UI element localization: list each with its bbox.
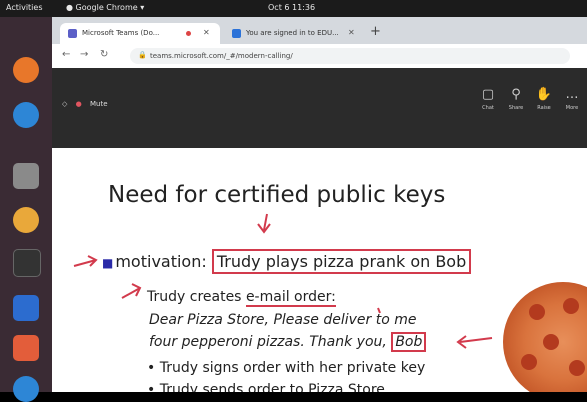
teams-meeting-bar: ◇ ● Mute ▢ Chat ⚲ Share ✋ Raise … More [52,68,587,148]
forward-icon[interactable]: → [80,49,88,60]
recording-dot-icon [186,31,191,36]
tab-strip: Microsoft Teams (Do... ✕ You are signed … [52,17,587,44]
app-name: Google Chrome [75,3,138,12]
close-icon[interactable]: ✕ [203,28,210,37]
url-text: teams.microsoft.com/_#/modern-calling/ [150,52,293,60]
tab-label: Microsoft Teams (Do... [82,29,160,37]
more-button[interactable]: … More [560,87,584,112]
mic-muted-icon: ● [75,100,82,108]
share-icon: ⚲ [511,87,521,102]
hand-icon: ✋ [535,87,553,102]
bullet-icon: ■ [102,256,114,270]
lock-icon: 🔒 [138,51,147,59]
thunderbird-icon[interactable] [13,102,39,128]
address-bar: ← → ↻ 🔒 teams.microsoft.com/_#/modern-ca… [52,44,587,69]
bullet-icon: • [147,382,156,392]
highlight-box: Trudy plays pizza prank on Bob [211,249,472,274]
bullet-icon: • [147,360,156,376]
reload-icon[interactable]: ↻ [100,49,108,60]
url-input[interactable]: 🔒 teams.microsoft.com/_#/modern-calling/ [130,48,570,64]
dock [0,17,52,402]
teams-icon [68,29,77,38]
files-icon[interactable] [13,163,39,189]
firefox-icon[interactable] [13,57,39,83]
close-icon[interactable]: ✕ [348,28,355,37]
back-icon[interactable]: ← [62,49,70,60]
sub-bullet-order: Trudy creates e-mail order: [147,289,336,307]
chat-button[interactable]: ▢ Chat [476,87,500,112]
help-icon[interactable] [13,376,39,402]
order-line-2: four pepperoni pizzas. Thank you, Bob [149,332,427,352]
more-icon: … [565,87,579,102]
rhythmbox-icon[interactable] [13,207,39,233]
shield-icon: ◇ [62,100,68,108]
activities-button[interactable]: Activities [6,3,43,12]
writer-icon[interactable] [13,295,39,321]
app-menu[interactable]: ● Google Chrome ▾ [66,3,144,12]
signature-box: Bob [391,332,427,352]
share-button[interactable]: ⚲ Share [504,87,528,112]
system-top-bar: Activities ● Google Chrome ▾ Oct 6 11:36 [0,0,587,17]
sub-bullet-sign: • Trudy signs order with her private key [147,360,426,376]
meeting-label: Mute [89,100,108,108]
tab-teams[interactable]: Microsoft Teams (Do... ✕ [60,23,220,44]
clock[interactable]: Oct 6 11:36 [268,3,315,12]
page-icon [232,29,241,38]
mic-status[interactable]: ◇ ● Mute [62,100,108,108]
shared-slide: Need for certified public keys ■ motivati… [52,148,587,392]
order-line-1: Dear Pizza Store, Please deliver to me [149,312,417,328]
new-tab-button[interactable]: + [370,25,381,38]
browser-window: Microsoft Teams (Do... ✕ You are signed … [52,17,587,392]
chevron-down-icon: ▾ [140,3,145,12]
tab-signin[interactable]: You are signed in to EDU... ✕ [224,23,364,44]
arrow-annotation [459,337,493,343]
bullet-motivation: ■ motivation: Trudy plays pizza prank on … [102,249,472,274]
terminal-icon[interactable] [13,249,41,277]
sub-bullet-send: • Trudy sends order to Pizza Store [147,382,385,392]
tab-label: You are signed in to EDU... [246,29,339,37]
chrome-icon: ● [66,3,73,12]
chat-icon: ▢ [481,87,495,102]
raise-hand-button[interactable]: ✋ Raise [532,87,556,112]
software-icon[interactable] [13,335,39,361]
